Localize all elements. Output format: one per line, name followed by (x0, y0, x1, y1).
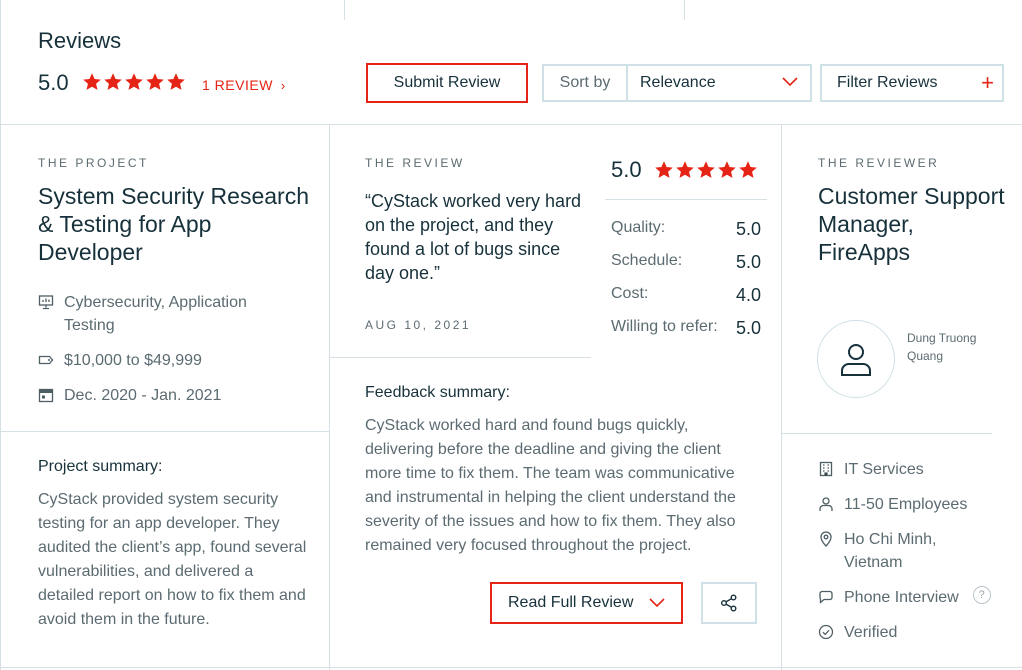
price-tag-icon (38, 355, 54, 365)
reviews-header (0, 0, 1022, 124)
reviewer-industry: IT Services (818, 458, 924, 481)
star-icon (718, 161, 736, 178)
reviewer-eyebrow: THE REVIEWER (818, 156, 940, 170)
share-icon (721, 594, 737, 612)
reviewer-industry-text: IT Services (844, 461, 924, 478)
project-summary-text: CyStack provided system security testing… (38, 491, 307, 628)
score-value: 5.0 (735, 318, 761, 338)
reviewer-company-size: 11-50 Employees (818, 493, 967, 516)
column-divider (781, 124, 782, 670)
avatar (817, 320, 895, 398)
star-icon (146, 73, 164, 90)
star-icon (83, 73, 101, 90)
divider (0, 431, 329, 432)
score-divider (605, 199, 767, 200)
reviewer-company-size-text: 11-50 Employees (844, 496, 968, 513)
star-icon (104, 73, 122, 90)
review-stars (654, 160, 758, 180)
reviews-title: Reviews (38, 28, 122, 53)
reviewer-interview-type-text: Phone Interview (844, 589, 959, 606)
star-icon (655, 161, 673, 178)
card-bottom-border (0, 667, 1022, 668)
reviewer-name: Dung Truong Quang (907, 331, 977, 363)
sort-select[interactable]: Sort by Relevance (542, 64, 812, 102)
feedback-summary-label: Feedback summary: (365, 384, 510, 401)
score-row-schedule: Schedule: 5.0 (611, 252, 761, 273)
read-full-review-label: Read Full Review (508, 594, 634, 611)
filter-reviews-label: Filter Reviews (837, 74, 938, 91)
read-full-review-button[interactable]: Read Full Review (490, 582, 683, 624)
check-circle-icon (818, 624, 834, 640)
share-button[interactable] (701, 582, 757, 624)
chevron-down-icon (782, 77, 798, 87)
score-label: Cost: (611, 285, 649, 302)
overall-rating: 5.0 (38, 70, 69, 95)
help-icon[interactable]: ? (972, 586, 991, 604)
submit-review-button[interactable]: Submit Review (366, 63, 528, 103)
sort-label: Sort by (544, 66, 628, 100)
project-dates: Dec. 2020 - Jan. 2021 (38, 384, 221, 407)
review-overall-score: 5.0 (611, 157, 642, 182)
sort-selected-value: Relevance (640, 74, 716, 91)
calendar-icon (38, 388, 54, 403)
chat-bubble-icon (819, 590, 833, 604)
reviewer-title: Customer Support Manager, FireApps (818, 183, 1005, 265)
filter-reviews-button[interactable]: Filter Reviews + (820, 64, 1004, 102)
project-summary-label: Project summary: (38, 458, 163, 475)
building-icon (819, 461, 833, 477)
review-date: AUG 10, 2021 (365, 318, 472, 332)
score-label: Willing to refer: (611, 318, 718, 335)
star-icon (125, 73, 143, 90)
star-icon (739, 161, 757, 178)
rating-stars (82, 72, 186, 92)
star-icon (676, 161, 694, 178)
project-title: System Security Research & Testing for A… (38, 183, 309, 265)
score-value: 5.0 (735, 252, 761, 272)
plus-icon: + (981, 70, 994, 95)
project-budget: $10,000 to $49,999 (38, 349, 202, 372)
chevron-right-icon: › (280, 78, 286, 93)
review-eyebrow: THE REVIEW (365, 156, 465, 170)
review-count-label: 1 REVIEW (202, 77, 273, 93)
chevron-down-icon (649, 598, 665, 608)
user-icon (841, 344, 871, 376)
review-count-link[interactable]: 1 REVIEW › (202, 77, 286, 93)
score-label: Quality: (611, 219, 666, 236)
score-row-willing-to-refer: Willing to refer: 5.0 (611, 318, 761, 339)
project-eyebrow: THE PROJECT (38, 156, 149, 170)
card-left-border (0, 124, 1, 670)
reviewer-location: Ho Chi Minh, Vietnam (818, 528, 968, 574)
score-row-quality: Quality: 5.0 (611, 219, 761, 240)
presentation-chart-icon (38, 295, 54, 310)
project-budget-text: $10,000 to $49,999 (64, 352, 202, 369)
score-value: 5.0 (735, 219, 761, 239)
column-divider (329, 124, 330, 670)
project-service-text: Cybersecurity, Application Testing (64, 294, 247, 334)
reviewer-location-text: Ho Chi Minh, Vietnam (844, 531, 937, 571)
project-dates-text: Dec. 2020 - Jan. 2021 (64, 387, 222, 404)
reviewer-verified: Verified (818, 621, 897, 644)
score-row-cost: Cost: 4.0 (611, 285, 761, 306)
star-icon (697, 161, 715, 178)
star-icon (167, 73, 185, 90)
project-service: Cybersecurity, Application Testing (38, 291, 278, 337)
reviewer-verified-text: Verified (844, 624, 898, 641)
reviewer-interview-type: Phone Interview ? (818, 586, 991, 609)
feedback-summary-text: CyStack worked hard and found bugs quick… (365, 417, 736, 554)
sort-value[interactable]: Relevance (628, 66, 810, 100)
divider (330, 357, 591, 358)
score-value: 4.0 (735, 285, 761, 305)
user-icon (819, 497, 833, 511)
score-label: Schedule: (611, 252, 683, 269)
divider (782, 433, 992, 434)
review-quote: “CyStack worked very hard on the project… (365, 191, 582, 283)
location-pin-icon (820, 531, 832, 547)
